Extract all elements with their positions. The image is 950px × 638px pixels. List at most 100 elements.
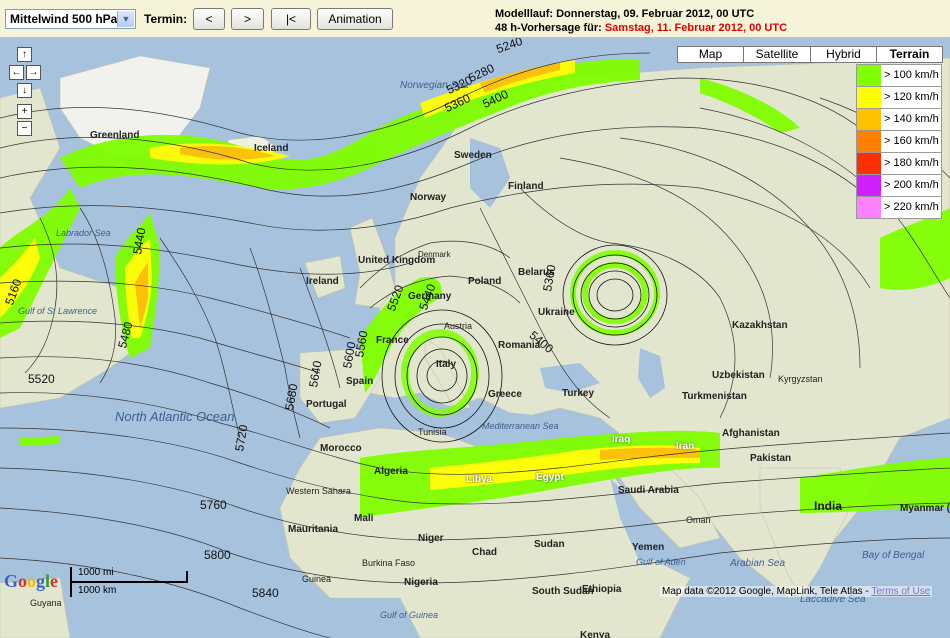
label-pakistan: Pakistan xyxy=(750,453,792,464)
label-oman: Oman xyxy=(686,515,711,525)
map-type-map-button[interactable]: Map xyxy=(677,46,744,63)
next-button[interactable]: > xyxy=(231,8,264,30)
label-gulf-st-lawrence: Gulf of St Lawrence xyxy=(18,306,98,316)
contour-label: 5840 xyxy=(252,586,279,600)
legend-row: > 160 km/h xyxy=(857,131,941,153)
label-bay-of-bengal: Bay of Bengal xyxy=(862,550,925,561)
google-logo[interactable]: Google xyxy=(4,571,58,592)
label-norwegian-sea: Norwegian Sea xyxy=(400,80,469,91)
label-sweden: Sweden xyxy=(454,150,492,161)
map-type-terrain-button[interactable]: Terrain xyxy=(876,46,943,63)
model-run-label: Modelllauf: Donnerstag, 09. Februar 2012… xyxy=(495,8,755,20)
label-saudi-arabia: Saudi Arabia xyxy=(618,485,679,496)
legend-swatch xyxy=(857,109,881,130)
map-type-label: Hybrid xyxy=(826,47,861,61)
legend-row: > 220 km/h xyxy=(857,197,941,218)
first-button[interactable]: |< xyxy=(271,8,311,30)
legend-row: > 200 km/h xyxy=(857,175,941,197)
termin-label: Termin: xyxy=(144,12,188,26)
contour-label: 5800 xyxy=(204,548,231,562)
map-canvas[interactable]: Map Satellite Hybrid Terrain > 100 km/h … xyxy=(0,38,950,638)
label-gulf-of-guinea: Gulf of Guinea xyxy=(380,610,439,620)
label-south-sudan: South Sudan xyxy=(532,586,594,597)
level-select[interactable]: Mittelwind 500 hPa ▼ xyxy=(5,9,136,29)
label-egypt: Egypt xyxy=(536,472,564,483)
legend-label: > 160 km/h xyxy=(884,135,939,147)
wind-speed-legend: > 100 km/h > 120 km/h > 140 km/h > 160 k… xyxy=(856,64,942,219)
pan-up-icon[interactable]: ↑ xyxy=(17,47,32,62)
label-turkey: Turkey xyxy=(562,388,595,399)
forecast-value: Samstag, 11. Februar 2012, 00 UTC xyxy=(604,22,788,34)
label-mediterranean: Mediterranean Sea xyxy=(482,421,559,431)
label-gulf-of-aden: Gulf of Aden xyxy=(636,557,686,567)
label-western-sahara: Western Sahara xyxy=(286,486,351,496)
label-guyana: Guyana xyxy=(30,598,62,608)
label-afghanistan: Afghanistan xyxy=(722,428,780,439)
pan-left-icon[interactable]: ← xyxy=(9,65,24,80)
label-guinea: Guinea xyxy=(302,574,332,584)
legend-swatch xyxy=(857,197,881,218)
legend-label: > 180 km/h xyxy=(884,157,939,169)
pan-down-icon[interactable]: ↓ xyxy=(17,83,32,98)
scale-bar: 1000 mi 1000 km xyxy=(70,567,190,597)
legend-row: > 100 km/h xyxy=(857,65,941,87)
map-type-label: Terrain xyxy=(889,47,930,61)
label-turkmenistan: Turkmenistan xyxy=(682,391,747,402)
label-iraq: Iraq xyxy=(612,434,631,445)
legend-row: > 120 km/h xyxy=(857,87,941,109)
forecast-line: 48 h-Vorhersage für: Samstag, 11. Februa… xyxy=(495,21,787,35)
model-run-info: Modelllauf: Donnerstag, 09. Februar 2012… xyxy=(495,7,787,35)
legend-swatch xyxy=(857,65,881,86)
scale-miles: 1000 mi xyxy=(78,567,114,578)
label-kenya: Kenya xyxy=(580,630,611,638)
label-algeria: Algeria xyxy=(374,466,408,477)
label-poland: Poland xyxy=(468,276,502,287)
zoom-in-icon[interactable]: + xyxy=(17,104,32,119)
label-yemen: Yemen xyxy=(632,542,665,553)
label-ireland: Ireland xyxy=(306,276,339,287)
forecast-prefix: 48 h-Vorhersage für: xyxy=(495,22,602,34)
label-niger: Niger xyxy=(418,533,444,544)
label-greenland: Greenland xyxy=(90,130,140,141)
label-myanmar: Myanmar (Burma) xyxy=(900,503,950,514)
chevron-down-icon[interactable]: ▼ xyxy=(117,11,134,27)
label-mali: Mali xyxy=(354,513,374,524)
label-finland: Finland xyxy=(508,181,544,192)
label-austria: Austria xyxy=(444,321,473,331)
label-spain: Spain xyxy=(346,376,374,387)
legend-label: > 120 km/h xyxy=(884,91,939,103)
label-burkina-faso: Burkina Faso xyxy=(362,558,416,568)
legend-label: > 140 km/h xyxy=(884,113,939,125)
map-type-satellite-button[interactable]: Satellite xyxy=(743,46,811,63)
label-tunisia: Tunisia xyxy=(418,427,447,437)
legend-label: > 200 km/h xyxy=(884,179,939,191)
label-arabian-sea: Arabian Sea xyxy=(730,558,786,569)
label-sudan: Sudan xyxy=(534,539,565,550)
terms-of-use-link[interactable]: Terms of Use xyxy=(871,586,930,597)
legend-swatch xyxy=(857,87,881,108)
label-kazakhstan: Kazakhstan xyxy=(732,320,788,331)
map-type-hybrid-button[interactable]: Hybrid xyxy=(810,46,877,63)
label-morocco: Morocco xyxy=(320,443,362,454)
previous-button[interactable]: < xyxy=(193,8,225,30)
label-north-atlantic-ocean: North Atlantic Ocean xyxy=(115,409,235,424)
map-type-label: Satellite xyxy=(755,47,799,61)
legend-row: > 180 km/h xyxy=(857,153,941,175)
map-copyright: Map data ©2012 Google, MapLink, Tele Atl… xyxy=(660,586,933,597)
label-norway: Norway xyxy=(410,192,447,203)
animation-button[interactable]: Animation xyxy=(317,8,393,30)
label-kyrgyzstan: Kyrgyzstan xyxy=(778,374,823,384)
zoom-out-icon[interactable]: − xyxy=(17,121,32,136)
label-italy: Italy xyxy=(436,359,457,370)
legend-label: > 100 km/h xyxy=(884,69,939,81)
pan-right-icon[interactable]: → xyxy=(26,65,41,80)
label-france: France xyxy=(376,335,409,346)
legend-swatch xyxy=(857,131,881,152)
contour-label: 5760 xyxy=(200,498,227,512)
label-libya: Libya xyxy=(466,474,493,485)
scale-line xyxy=(70,581,188,583)
label-mauritania: Mauritania xyxy=(288,524,339,535)
level-select-value: Mittelwind 500 hPa xyxy=(10,12,118,26)
legend-swatch xyxy=(857,175,881,196)
legend-row: > 140 km/h xyxy=(857,109,941,131)
